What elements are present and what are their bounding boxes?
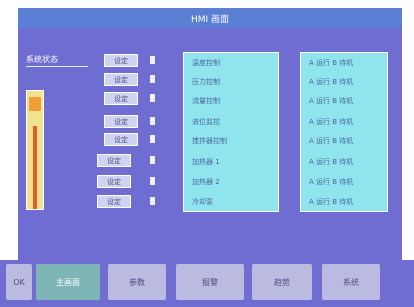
list-item: 流量控制	[192, 97, 220, 105]
list-item: 液位监控	[192, 118, 220, 126]
row-marker	[150, 135, 155, 143]
gauge-cap	[29, 97, 41, 111]
tab-params[interactable]: 参数	[108, 264, 166, 300]
list-item: A 运行 B 待机	[309, 78, 354, 86]
list-item: A 运行 B 待机	[309, 137, 354, 145]
list-item: A 运行 B 待机	[309, 97, 354, 105]
row-marker	[150, 156, 155, 164]
level-gauge	[26, 90, 44, 210]
list-item: A 运行 B 待机	[309, 118, 354, 126]
hmi-screen: HMI 画面 系统状态 设定 设定 设定 设定 设定 设定 设定 设定 温度控制…	[0, 0, 414, 307]
tab-left-edge[interactable]: OK	[6, 264, 32, 300]
list-item: A 运行 B 待机	[309, 198, 354, 206]
status-label: 系统状态	[26, 54, 88, 67]
list-item: 加热器 2	[192, 178, 220, 186]
list-item: A 运行 B 待机	[309, 158, 354, 166]
row-marker	[150, 75, 155, 83]
row-button-3[interactable]: 设定	[104, 92, 138, 105]
row-marker	[150, 177, 155, 185]
list-item: 温度控制	[192, 59, 220, 67]
tab-alarm[interactable]: 报警	[176, 264, 244, 300]
list-item: 加热器 1	[192, 158, 220, 166]
row-button-5[interactable]: 设定	[104, 133, 138, 146]
list-item: A 运行 B 待机	[309, 59, 354, 67]
row-marker	[150, 56, 155, 64]
tab-main[interactable]: 主画面	[36, 264, 100, 300]
row-button-7[interactable]: 设定	[97, 175, 131, 188]
list-item: 压力控制	[192, 78, 220, 86]
row-button-4[interactable]: 设定	[104, 115, 138, 128]
row-marker	[150, 197, 155, 205]
tab-system[interactable]: 系统	[322, 264, 380, 300]
row-button-6[interactable]: 设定	[97, 154, 131, 167]
gauge-fill	[33, 126, 37, 209]
row-button-8[interactable]: 设定	[97, 195, 131, 208]
window-title: HMI 画面	[18, 8, 402, 28]
row-marker	[150, 94, 155, 102]
row-button-2[interactable]: 设定	[104, 73, 138, 86]
value-list: A 运行 B 待机 A 运行 B 待机 A 运行 B 待机 A 运行 B 待机 …	[300, 52, 388, 212]
name-list: 温度控制 压力控制 流量控制 液位监控 搅拌器控制 加热器 1 加热器 2 冷却…	[183, 52, 279, 212]
tab-trend[interactable]: 趋势	[252, 264, 312, 300]
row-marker	[150, 117, 155, 125]
list-item: 搅拌器控制	[192, 137, 227, 145]
list-item: 冷却泵	[192, 198, 213, 206]
row-button-1[interactable]: 设定	[104, 54, 138, 67]
list-item: A 运行 B 待机	[309, 178, 354, 186]
